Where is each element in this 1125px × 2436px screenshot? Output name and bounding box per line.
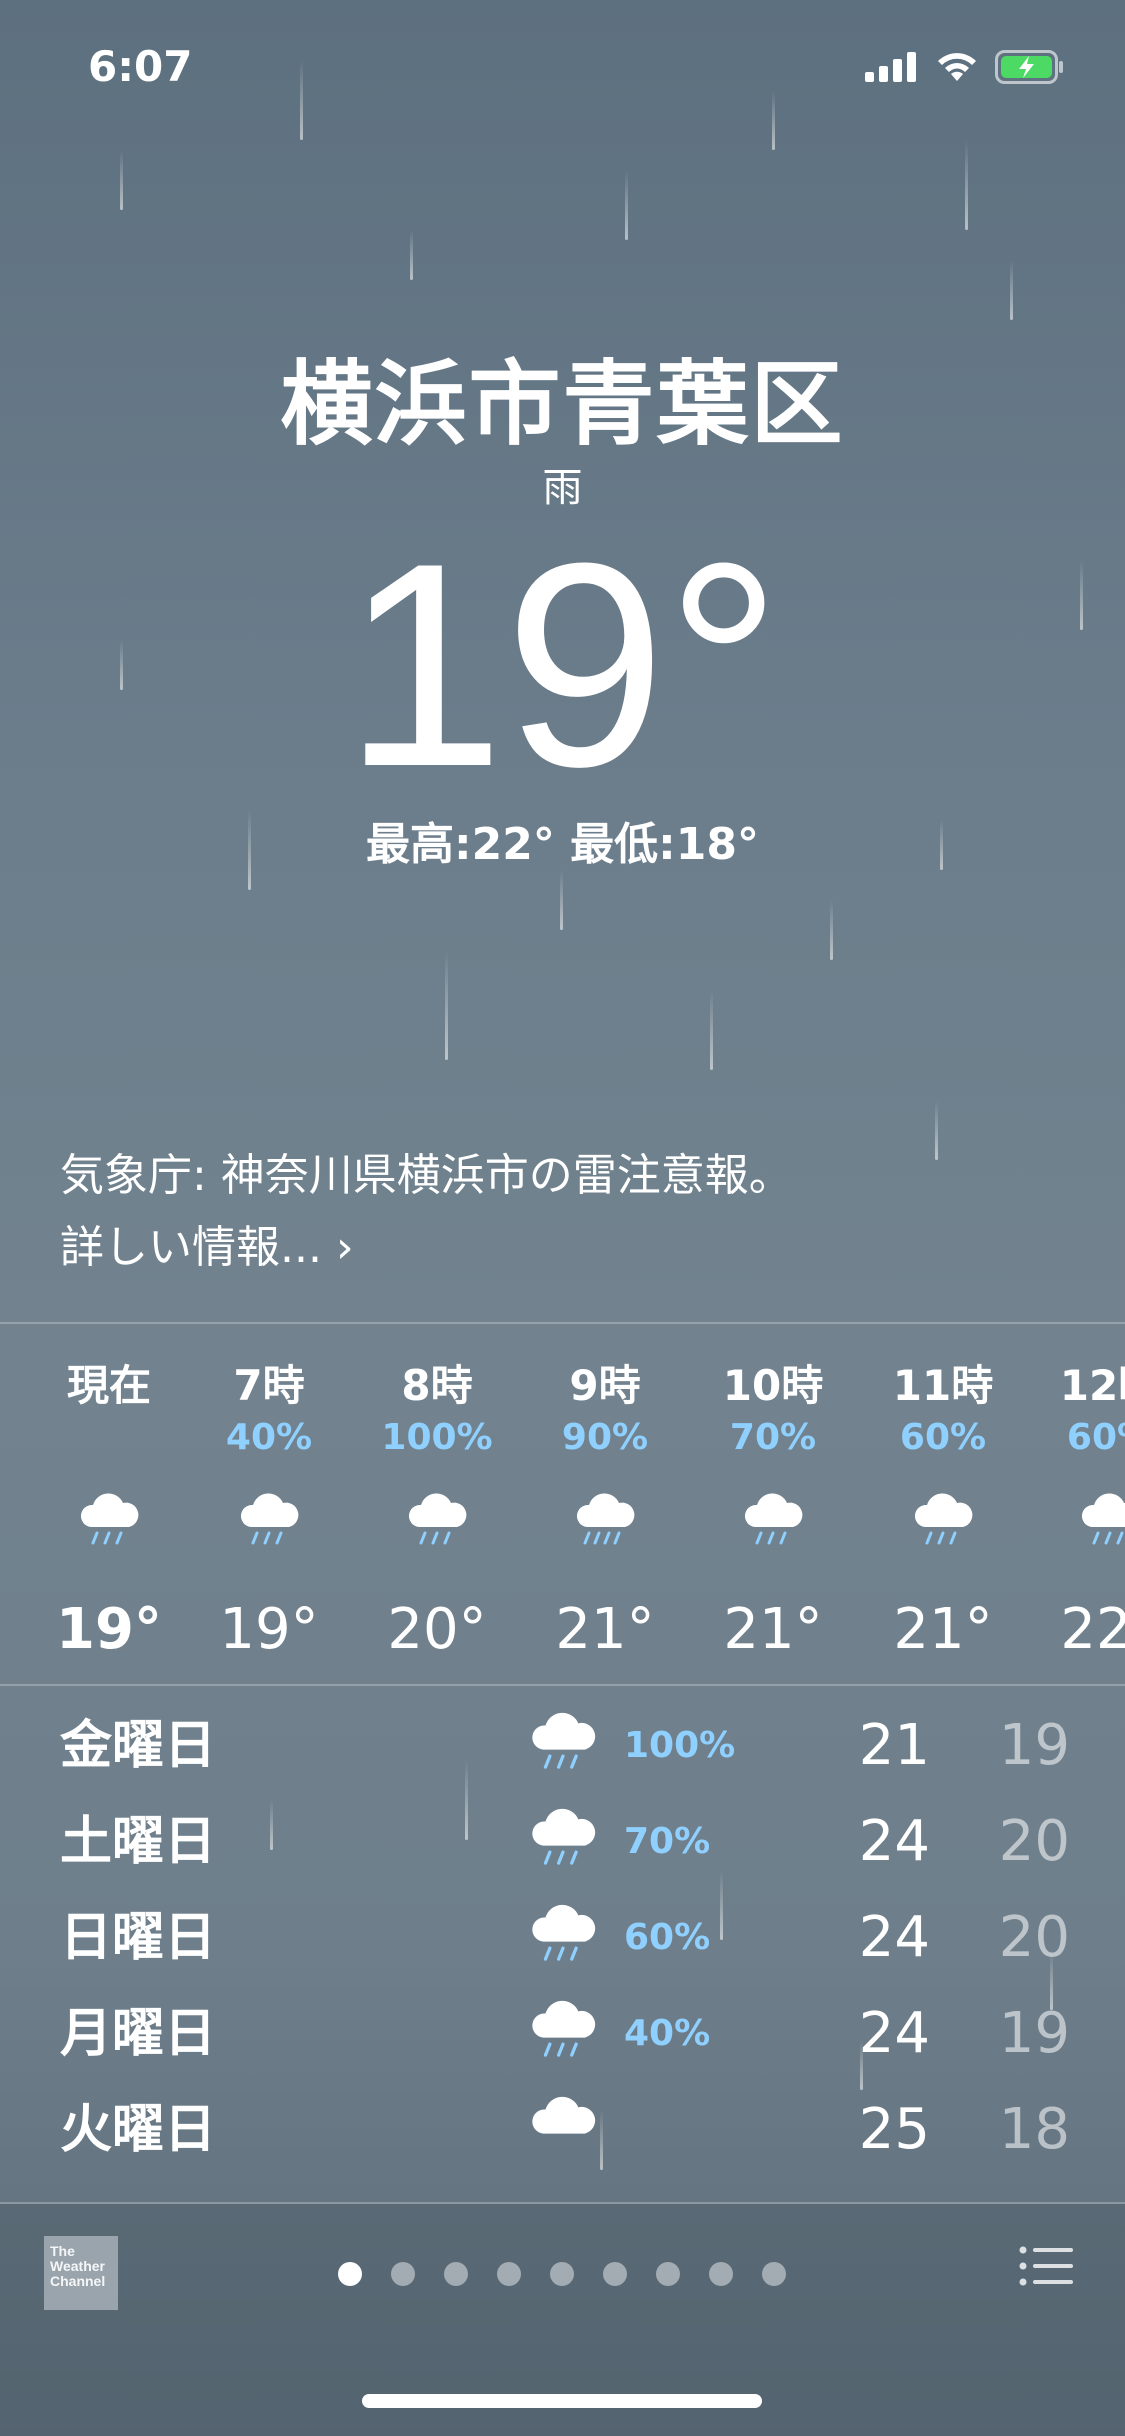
hour-precip-chance: 100% xyxy=(381,1417,493,1458)
hour-label: 10時 xyxy=(722,1361,824,1410)
page-dot[interactable] xyxy=(656,2262,680,2286)
hour-item: 10時 70% 21° xyxy=(688,1352,858,1662)
day-name: 日曜日 xyxy=(60,1908,217,1968)
hour-item: 8時 100% 20° xyxy=(352,1352,522,1662)
rain-cloud-icon xyxy=(528,1902,598,1972)
divider xyxy=(0,1322,1125,1324)
hour-temperature: 21° xyxy=(893,1597,993,1662)
hour-item: 現在 19° xyxy=(24,1352,194,1662)
divider xyxy=(0,1684,1125,1686)
day-high: 25 xyxy=(858,2097,930,2162)
weather-alert[interactable]: 気象庁: 神奈川県横浜市の雷注意報。 詳しい情報... › xyxy=(60,1140,793,1284)
hour-item: 7時 40% 19° xyxy=(184,1352,354,1662)
day-name: 火曜日 xyxy=(60,2100,217,2160)
page-dot[interactable] xyxy=(497,2262,521,2286)
hour-item: 12時 60% 22° xyxy=(1028,1352,1125,1662)
day-low: 20 xyxy=(998,1809,1070,1874)
hour-label: 12時 xyxy=(1059,1361,1125,1410)
current-temperature: 19° xyxy=(343,503,782,827)
daily-row: 火曜日 25 18 xyxy=(0,2082,1125,2178)
day-high: 24 xyxy=(858,1905,930,1970)
day-high: 24 xyxy=(858,2001,930,2066)
rain-cloud-icon xyxy=(1028,1491,1125,1563)
hour-label: 7時 xyxy=(233,1361,305,1410)
day-precip-chance: 40% xyxy=(624,2013,711,2054)
rain-cloud-icon xyxy=(352,1491,522,1563)
page-dot[interactable] xyxy=(391,2262,415,2286)
day-precip-chance: 70% xyxy=(624,1821,711,1862)
hour-temperature: 20° xyxy=(387,1597,487,1662)
rain-cloud-icon xyxy=(528,1806,598,1876)
signal-icon xyxy=(865,52,919,86)
page-indicator[interactable] xyxy=(338,2262,786,2286)
cloud-icon xyxy=(528,2094,598,2164)
hour-temperature: 21° xyxy=(723,1597,823,1662)
day-precip-chance: 60% xyxy=(624,1917,711,1958)
high-low-temperature: 最高:22° 最低:18° xyxy=(366,819,759,870)
daily-row: 土曜日 70% 24 20 xyxy=(0,1794,1125,1890)
hour-label: 8時 xyxy=(401,1361,473,1410)
hour-precip-chance: 60% xyxy=(899,1417,987,1458)
day-name: 金曜日 xyxy=(60,1716,217,1776)
rain-cloud-icon xyxy=(184,1491,354,1563)
page-dot[interactable] xyxy=(709,2262,733,2286)
page-dot[interactable] xyxy=(603,2262,627,2286)
alert-more-link[interactable]: 詳しい情報... › xyxy=(60,1212,793,1284)
hour-label: 現在 xyxy=(66,1361,151,1410)
page-dot[interactable] xyxy=(762,2262,786,2286)
hour-precip-chance xyxy=(24,1417,194,1463)
daily-row: 金曜日 100% 21 19 xyxy=(0,1698,1125,1794)
daily-row: 日曜日 60% 24 20 xyxy=(0,1890,1125,1986)
rain-cloud-icon xyxy=(24,1491,194,1563)
rain-cloud-icon xyxy=(858,1491,1028,1563)
home-indicator[interactable] xyxy=(362,2394,762,2408)
hour-temperature: 21° xyxy=(555,1597,655,1662)
city-name: 横浜市青葉区 xyxy=(280,351,845,458)
hour-temperature: 22° xyxy=(1060,1597,1125,1662)
rain-cloud-icon xyxy=(528,1710,598,1780)
page-dot[interactable] xyxy=(444,2262,468,2286)
hour-item: 9時 90% 21° xyxy=(520,1352,690,1662)
status-icons xyxy=(865,50,1065,88)
hour-temperature: 19° xyxy=(56,1597,162,1662)
hour-item: 11時 60% 21° xyxy=(858,1352,1028,1662)
day-name: 土曜日 xyxy=(60,1812,217,1872)
day-high: 21 xyxy=(858,1713,930,1778)
alert-text: 気象庁: 神奈川県横浜市の雷注意報。 xyxy=(60,1150,793,1201)
hour-precip-chance: 70% xyxy=(729,1417,817,1458)
battery-charging-icon xyxy=(995,50,1065,88)
day-high: 24 xyxy=(858,1809,930,1874)
page-dot-active[interactable] xyxy=(338,2262,362,2286)
rain-cloud-icon xyxy=(528,1998,598,2068)
hour-label: 11時 xyxy=(892,1361,994,1410)
day-low: 18 xyxy=(998,2097,1070,2162)
hour-label: 9時 xyxy=(569,1361,641,1410)
day-precip-chance: 100% xyxy=(624,1725,736,1766)
page-dot[interactable] xyxy=(550,2262,574,2286)
heavy-rain-cloud-icon xyxy=(520,1491,690,1563)
rain-cloud-icon xyxy=(688,1491,858,1563)
hour-precip-chance: 40% xyxy=(225,1417,313,1458)
day-name: 月曜日 xyxy=(60,2004,217,2064)
day-low: 20 xyxy=(998,1905,1070,1970)
wifi-icon xyxy=(935,51,979,87)
hour-precip-chance: 60% xyxy=(1066,1417,1125,1458)
daily-row: 月曜日 40% 24 19 xyxy=(0,1986,1125,2082)
weather-channel-logo[interactable]: The Weather Channel xyxy=(44,2236,118,2310)
hour-temperature: 19° xyxy=(219,1597,319,1662)
day-low: 19 xyxy=(998,2001,1070,2066)
list-icon[interactable] xyxy=(1019,2246,1073,2290)
day-low: 19 xyxy=(998,1713,1070,1778)
status-time: 6:07 xyxy=(88,42,193,91)
hour-precip-chance: 90% xyxy=(561,1417,649,1458)
